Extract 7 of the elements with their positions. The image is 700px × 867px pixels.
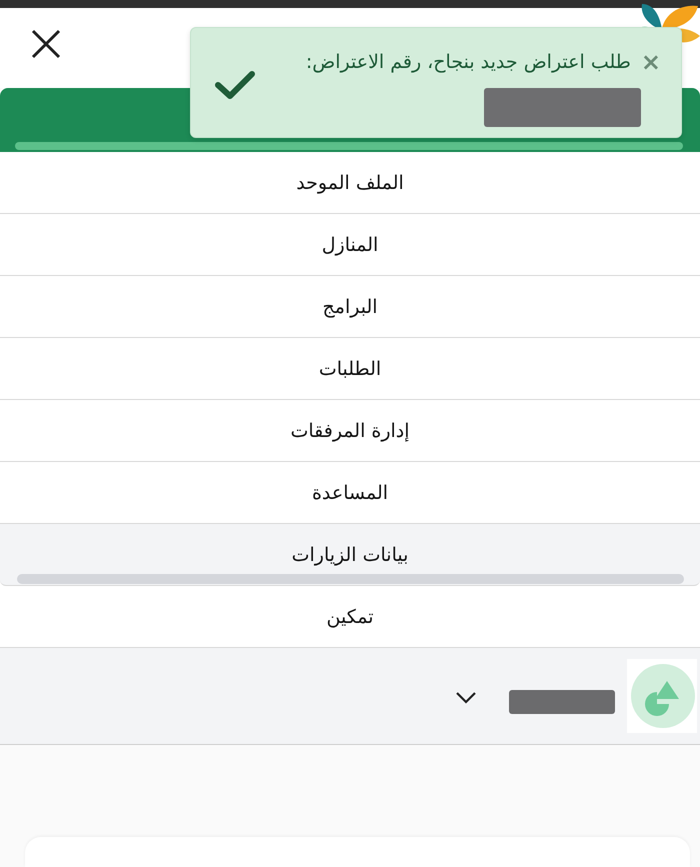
toast-message: طلب اعتراض جديد بنجاح، رقم الاعتراض: (306, 50, 631, 75)
close-button[interactable] (30, 28, 62, 60)
scrollbar-thumb[interactable] (17, 574, 684, 584)
avatar-icon (627, 659, 697, 733)
menu-item[interactable]: بيانات الزيارات (0, 524, 700, 586)
chevron-down-icon[interactable] (455, 691, 477, 705)
checkmark-icon (215, 70, 255, 100)
